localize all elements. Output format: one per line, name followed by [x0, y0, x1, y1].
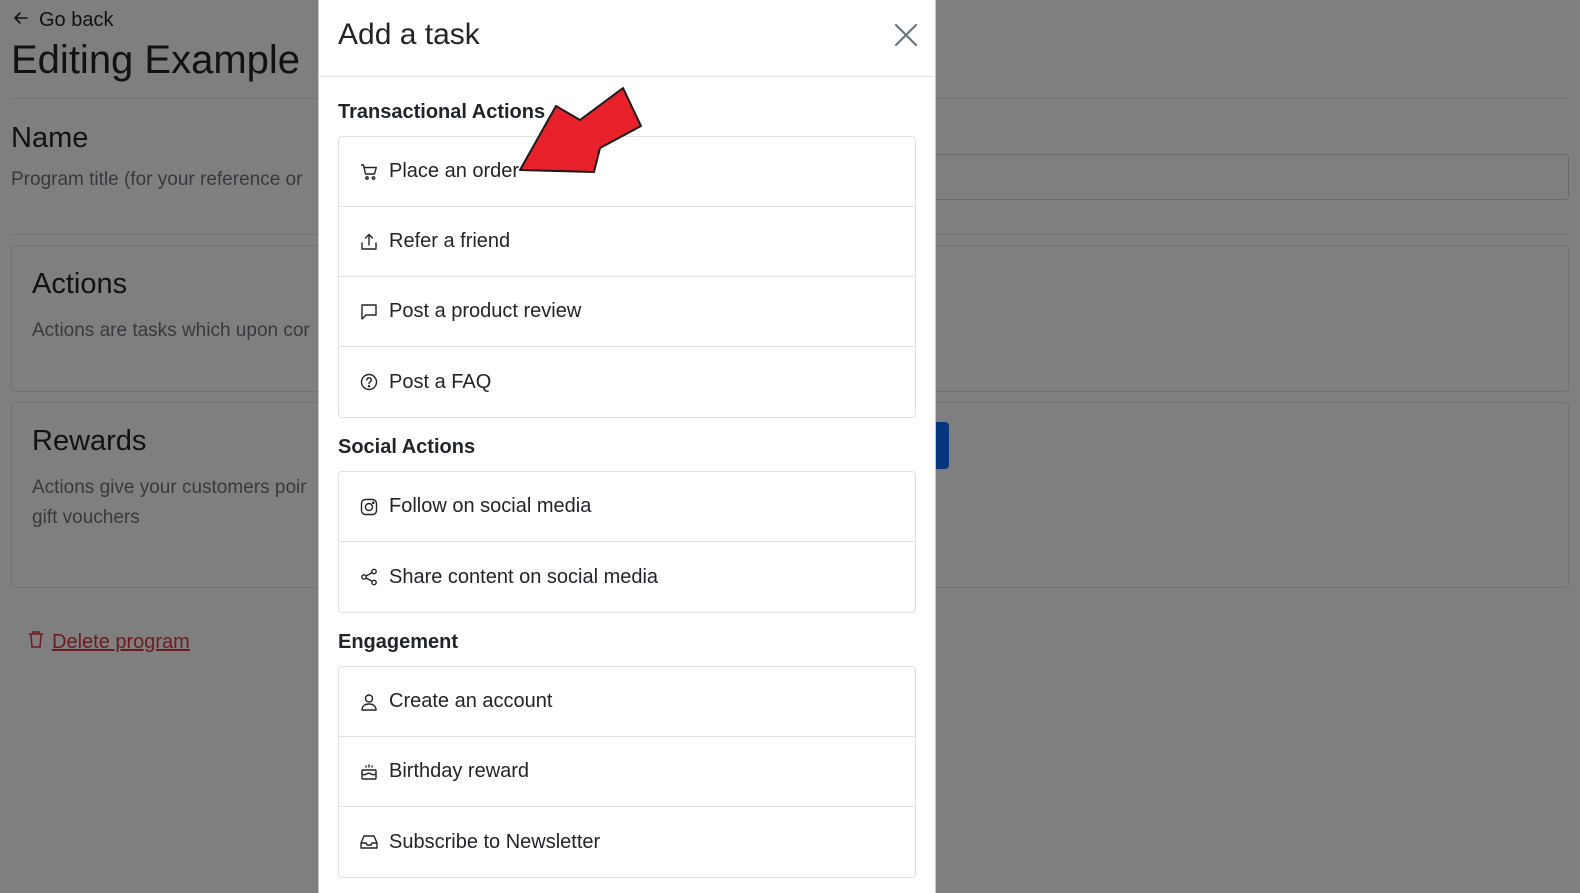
annotation-arrow-icon: [519, 87, 642, 173]
task-product-review[interactable]: Post a product review: [339, 277, 915, 347]
task-share-social[interactable]: Share content on social media: [339, 542, 915, 612]
section-title-engagement: Engagement: [338, 631, 459, 653]
task-subscribe-newsletter[interactable]: Subscribe to Newsletter: [339, 807, 915, 877]
list-item-label: Post a product review: [389, 300, 582, 322]
close-icon: [894, 23, 918, 47]
list-item-label: Share content on social media: [389, 565, 659, 588]
list-item-label: Subscribe to Newsletter: [389, 830, 601, 853]
task-post-faq[interactable]: Post a FAQ: [339, 347, 915, 417]
question-circle-icon: [359, 372, 379, 392]
close-button[interactable]: [893, 22, 919, 48]
cake-icon: [359, 762, 379, 782]
modal-title: Add a task: [338, 18, 480, 51]
list-item-label: Birthday reward: [389, 760, 530, 782]
task-refer-friend[interactable]: Refer a friend: [339, 207, 915, 277]
modal-header: Add a task: [319, 0, 935, 77]
task-birthday-reward[interactable]: Birthday reward: [339, 737, 915, 807]
share-nodes-icon: [359, 567, 379, 587]
inbox-icon: [359, 832, 379, 852]
modal-body: Transactional Actions Place an order Ref…: [319, 77, 935, 878]
instagram-icon: [359, 497, 379, 517]
list-item-label: Refer a friend: [389, 230, 511, 252]
transactional-actions-list: Place an order Refer a friend Post a pro…: [338, 136, 916, 418]
list-item-label: Follow on social media: [389, 495, 592, 517]
list-item-label: Create an account: [389, 690, 553, 712]
list-item-label: Post a FAQ: [389, 370, 492, 393]
chat-bubble-icon: [359, 302, 379, 322]
social-actions-list: Follow on social media Share content on …: [338, 471, 916, 613]
task-create-account[interactable]: Create an account: [339, 667, 915, 737]
share-upload-icon: [359, 232, 379, 252]
person-icon: [359, 692, 379, 712]
engagement-list: Create an account Birthday reward Subscr…: [338, 666, 916, 878]
task-follow-social[interactable]: Follow on social media: [339, 472, 915, 542]
cart-icon: [359, 162, 379, 182]
section-title-social: Social Actions: [338, 436, 476, 458]
list-item-label: Place an order: [389, 160, 520, 182]
